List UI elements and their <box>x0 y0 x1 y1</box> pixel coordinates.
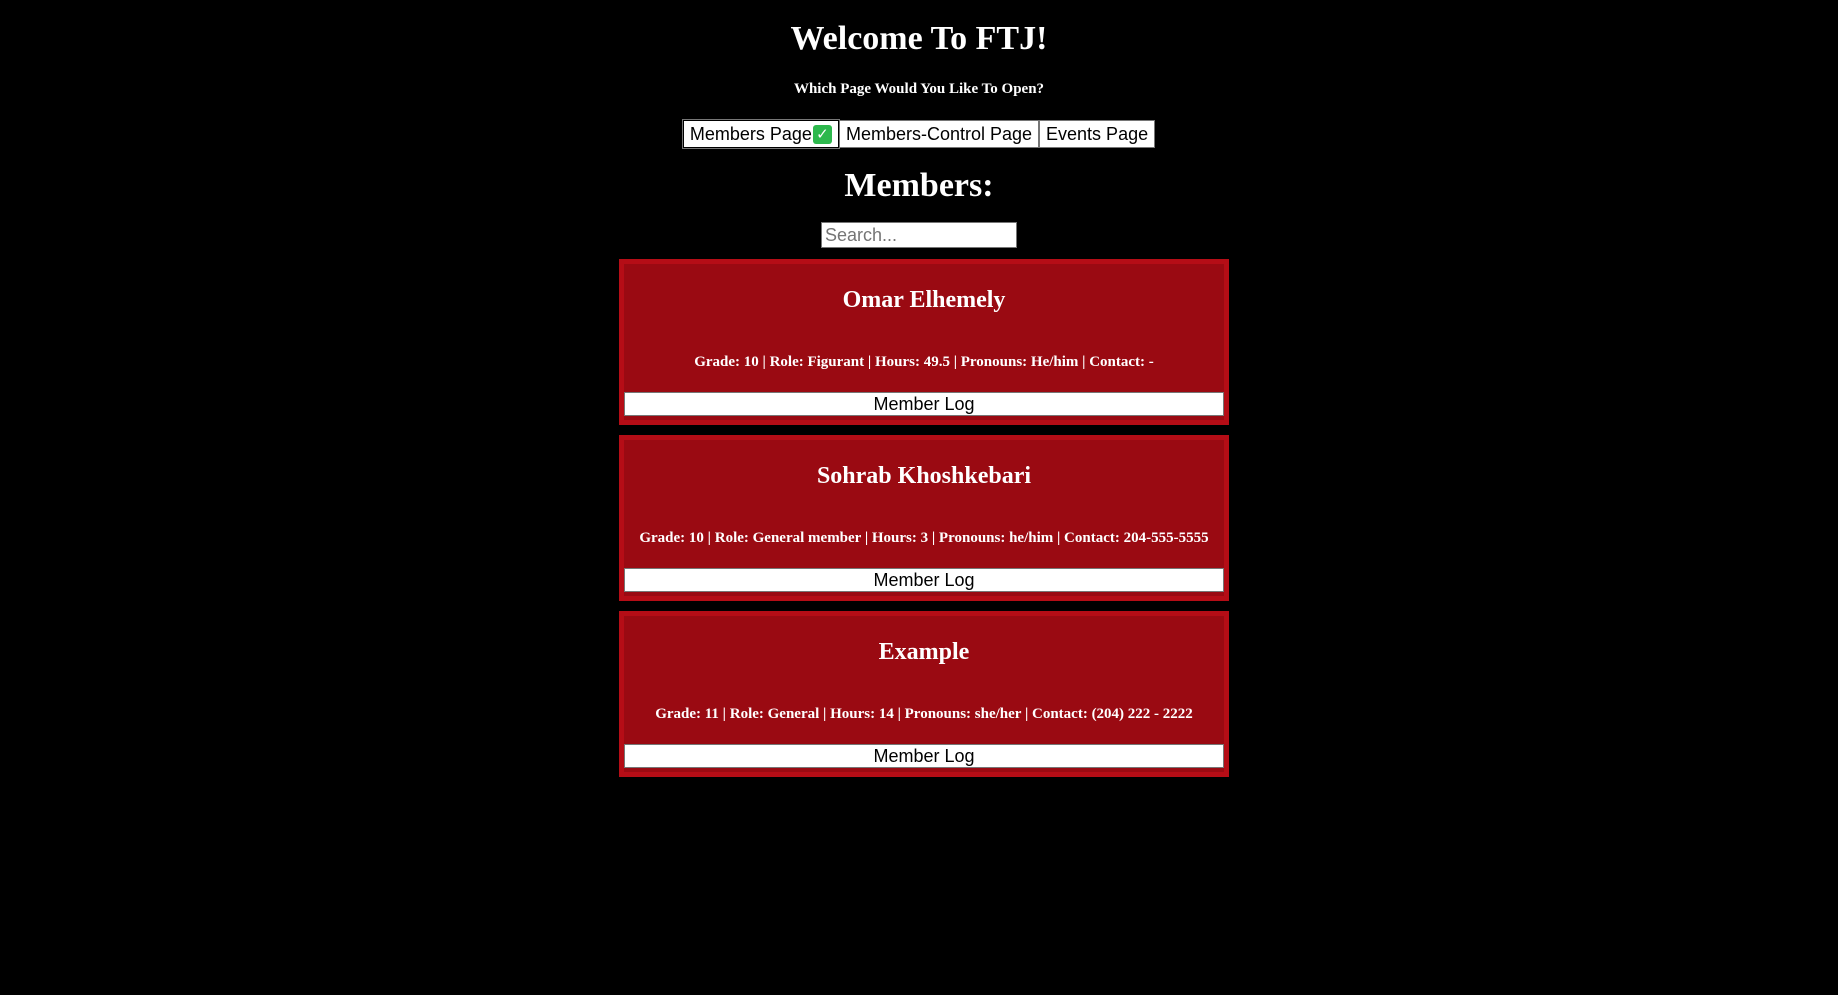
member-details: Grade: 11 | Role: General | Hours: 14 | … <box>655 706 1193 722</box>
members-heading: Members: <box>844 167 994 204</box>
member-card: Example Grade: 11 | Role: General | Hour… <box>619 611 1229 777</box>
checkmark-icon: ✓ <box>812 124 832 144</box>
members-control-page-button[interactable]: Members-Control Page <box>838 120 1040 148</box>
page-subtitle: Which Page Would You Like To Open? <box>793 81 1045 97</box>
member-name: Example <box>878 639 970 665</box>
page-title: Welcome To FTJ! <box>790 20 1048 57</box>
member-card: Sohrab Khoshkebari Grade: 10 | Role: Gen… <box>619 435 1229 601</box>
page-nav: Members Page ✓ Members-Control Page Even… <box>0 119 1838 149</box>
member-details: Grade: 10 | Role: Figurant | Hours: 49.5… <box>694 354 1154 370</box>
member-name: Sohrab Khoshkebari <box>816 463 1032 489</box>
search-container <box>0 222 1838 250</box>
page: Welcome To FTJ! Which Page Would You Lik… <box>0 0 1838 995</box>
member-list: Omar Elhemely Grade: 10 | Role: Figurant… <box>619 259 1229 787</box>
member-log-button[interactable]: Member Log <box>624 568 1224 592</box>
member-card: Omar Elhemely Grade: 10 | Role: Figurant… <box>619 259 1229 425</box>
member-name: Omar Elhemely <box>842 287 1006 313</box>
members-page-label: Members Page <box>689 124 812 144</box>
member-details: Grade: 10 | Role: General member | Hours… <box>639 530 1209 546</box>
members-page-button[interactable]: Members Page ✓ <box>681 119 840 149</box>
member-log-button[interactable]: Member Log <box>624 392 1224 416</box>
search-input[interactable] <box>821 222 1017 248</box>
member-log-button[interactable]: Member Log <box>624 744 1224 768</box>
events-page-button[interactable]: Events Page <box>1039 120 1156 148</box>
